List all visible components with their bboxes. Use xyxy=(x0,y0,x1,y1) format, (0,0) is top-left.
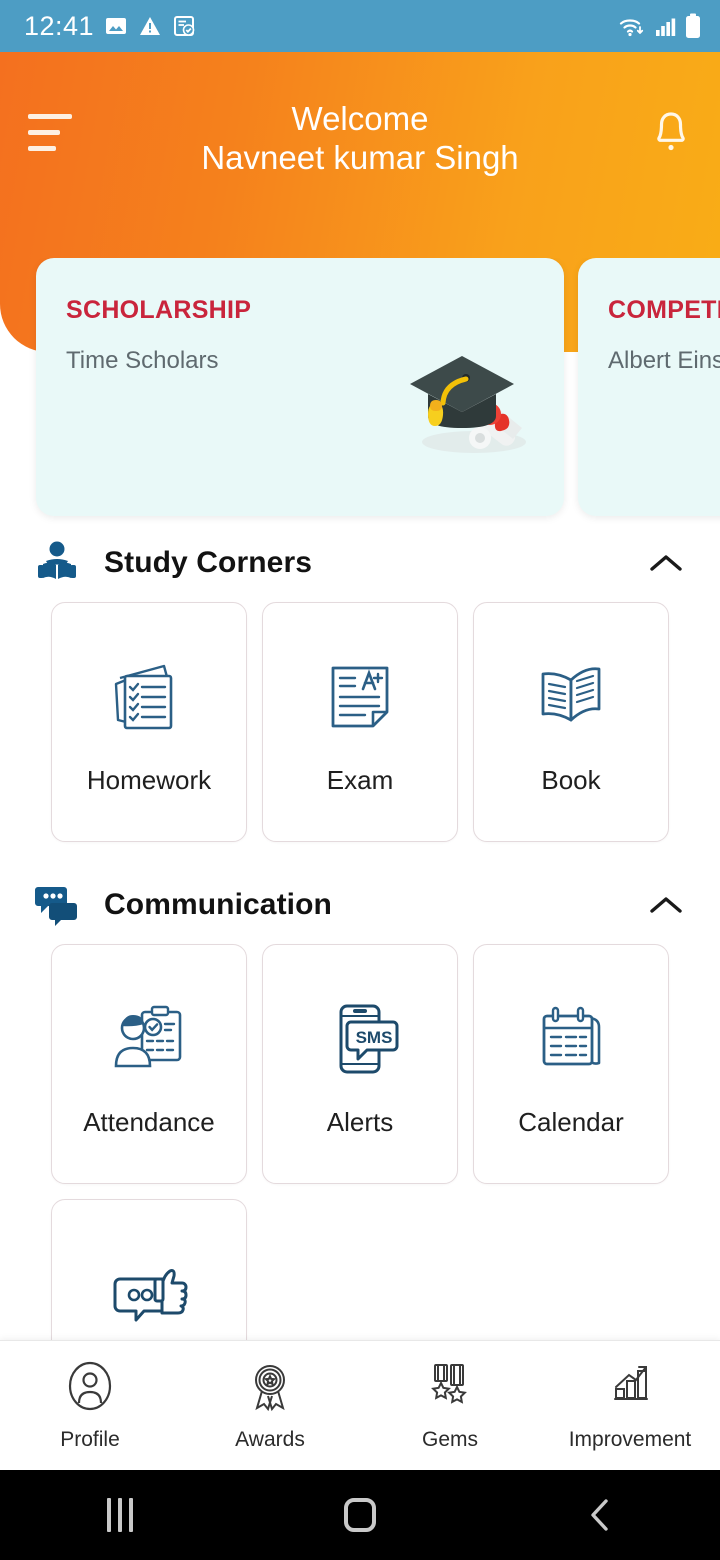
tab-improvement[interactable]: Improvement xyxy=(540,1359,720,1452)
tile-grid-communication: Attendance SMS Alerts Calendar xyxy=(0,944,720,1340)
header-bar: Welcome Navneet kumar Singh xyxy=(0,52,720,202)
phone-sms-icon: SMS xyxy=(317,993,403,1085)
desk-calendar-icon xyxy=(528,993,614,1085)
thumbs-up-feedback-icon xyxy=(106,1248,192,1340)
exam-paper-a-plus-icon xyxy=(317,651,403,743)
promo-card-competition[interactable]: COMPETITION Albert Einstein Scholarship xyxy=(578,258,720,516)
bell-icon[interactable] xyxy=(646,108,692,156)
tab-awards[interactable]: Awards xyxy=(180,1359,360,1452)
promo-card-subtitle: Time Scholars xyxy=(66,347,219,374)
status-bar: 12:41 xyxy=(0,0,720,52)
medals-icon xyxy=(423,1359,477,1418)
document-check-icon xyxy=(172,14,196,38)
tab-label: Gems xyxy=(421,1428,478,1451)
hamburger-bar-2 xyxy=(28,130,60,135)
tile-attendance[interactable]: Attendance xyxy=(51,944,247,1184)
tile-label: Attendance xyxy=(83,1107,215,1137)
tile-label: Alerts xyxy=(326,1107,394,1137)
battery-icon xyxy=(684,13,702,39)
section-title: Communication xyxy=(104,888,332,921)
android-navigation-bar xyxy=(0,1470,720,1560)
recents-glyph xyxy=(107,1498,133,1532)
status-bar-left: 12:41 xyxy=(24,11,196,42)
checklist-papers-icon xyxy=(106,651,192,743)
hamburger-menu-icon[interactable] xyxy=(28,114,74,151)
tile-label: Exam xyxy=(326,765,394,795)
tab-gems[interactable]: Gems xyxy=(360,1359,540,1452)
cellular-signal-icon xyxy=(653,15,677,39)
section-header-communication[interactable]: Communication xyxy=(0,866,720,944)
tile-book[interactable]: Book xyxy=(473,602,669,842)
hamburger-bar-3 xyxy=(28,146,56,151)
status-time: 12:41 xyxy=(24,10,95,41)
person-clipboard-check-icon xyxy=(106,993,192,1085)
tab-label: Awards xyxy=(235,1428,305,1451)
home-icon[interactable] xyxy=(240,1498,480,1532)
tab-label: Profile xyxy=(60,1428,120,1451)
section-title: Study Corners xyxy=(104,546,313,579)
chevron-up-icon[interactable] xyxy=(646,893,686,917)
graduation-cap-diploma-illustration xyxy=(382,316,542,466)
bar-chart-arrow-icon xyxy=(603,1359,657,1418)
svg-text:SMS: SMS xyxy=(356,1028,393,1047)
tile-homework[interactable]: Homework xyxy=(51,602,247,842)
tile-label: Homework xyxy=(86,765,212,795)
promo-card-subtitle: Albert Einstein Scholarship xyxy=(608,347,720,374)
welcome-user-name: Navneet kumar Singh xyxy=(201,138,519,176)
welcome-greeting: Welcome xyxy=(291,100,429,137)
open-book-icon xyxy=(528,651,614,743)
wifi-icon xyxy=(618,15,646,39)
back-glyph xyxy=(591,1499,608,1531)
person-reading-book-icon xyxy=(34,540,88,586)
tile-alerts[interactable]: SMS Alerts xyxy=(262,944,458,1184)
image-icon xyxy=(104,14,128,38)
promo-card-scholarship[interactable]: SCHOLARSHIP Time Scholars xyxy=(36,258,564,516)
promo-carousel[interactable]: SCHOLARSHIP Time Scholars COMPET Albert … xyxy=(0,258,720,524)
main-content: Study Corners Homework Exam Book Communi… xyxy=(0,524,720,1340)
chevron-up-icon[interactable] xyxy=(646,551,686,575)
tile-calendar[interactable]: Calendar xyxy=(473,944,669,1184)
chat-bubbles-icon xyxy=(34,883,88,927)
recents-icon[interactable] xyxy=(0,1498,240,1532)
bottom-tab-bar: Profile Awards Gems Improvement xyxy=(0,1340,720,1470)
tile-feedback[interactable] xyxy=(51,1199,247,1340)
tile-label: Book xyxy=(541,765,601,795)
home-glyph xyxy=(344,1498,376,1532)
tab-label: Improvement xyxy=(568,1428,692,1451)
award-rosette-icon xyxy=(243,1359,297,1418)
back-icon[interactable] xyxy=(480,1495,720,1535)
promo-card-title: COMPETITION xyxy=(608,296,720,324)
tab-profile[interactable]: Profile xyxy=(0,1359,180,1452)
welcome-title: Welcome Navneet kumar Singh xyxy=(74,100,646,178)
status-bar-right xyxy=(618,13,702,39)
tile-exam[interactable]: Exam xyxy=(262,602,458,842)
section-header-study-corners[interactable]: Study Corners xyxy=(0,524,720,602)
person-circle-icon xyxy=(63,1359,117,1418)
hamburger-bar-1 xyxy=(28,114,72,119)
tile-grid-study-corners: Homework Exam Book xyxy=(0,602,720,842)
tile-label: Calendar xyxy=(518,1107,624,1137)
warning-icon xyxy=(138,14,162,38)
